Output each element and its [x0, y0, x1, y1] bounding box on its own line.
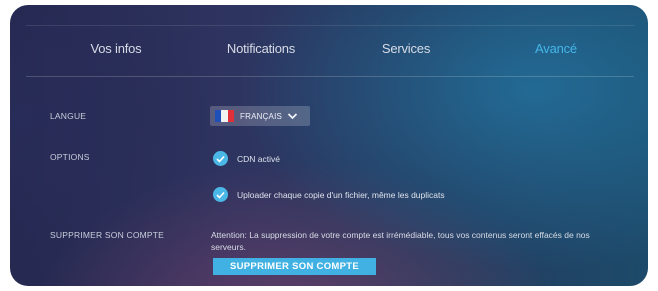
option-cdn[interactable]: CDN activé	[213, 151, 280, 166]
settings-tabs: Vos infos Notifications Services Avancé	[26, 25, 634, 77]
delete-account-warning: Attention: La suppression de votre compt…	[211, 230, 590, 252]
tab-notifications[interactable]: Notifications	[201, 26, 321, 78]
delete-account-button[interactable]: SUPPRIMER SON COMPTE	[213, 258, 376, 275]
option-upload-duplicates-label: Uploader chaque copie d'un fichier, même…	[237, 189, 445, 200]
delete-account-label: SUPPRIMER SON COMPTE	[50, 230, 165, 240]
check-icon[interactable]	[213, 187, 228, 202]
option-cdn-label: CDN activé	[237, 153, 280, 164]
options-label: OPTIONS	[50, 152, 90, 162]
tab-services[interactable]: Services	[346, 26, 466, 78]
settings-panel: Vos infos Notifications Services Avancé …	[10, 5, 648, 286]
france-flag-icon	[215, 110, 234, 122]
tab-vos-infos[interactable]: Vos infos	[56, 26, 176, 78]
option-upload-duplicates[interactable]: Uploader chaque copie d'un fichier, même…	[213, 187, 445, 202]
chevron-down-icon	[287, 113, 298, 120]
language-label: LANGUE	[50, 111, 87, 121]
language-selected-value: FRANÇAIS	[240, 111, 283, 121]
language-select[interactable]: FRANÇAIS	[210, 106, 310, 126]
check-icon[interactable]	[213, 151, 228, 166]
tab-avance[interactable]: Avancé	[496, 26, 616, 78]
